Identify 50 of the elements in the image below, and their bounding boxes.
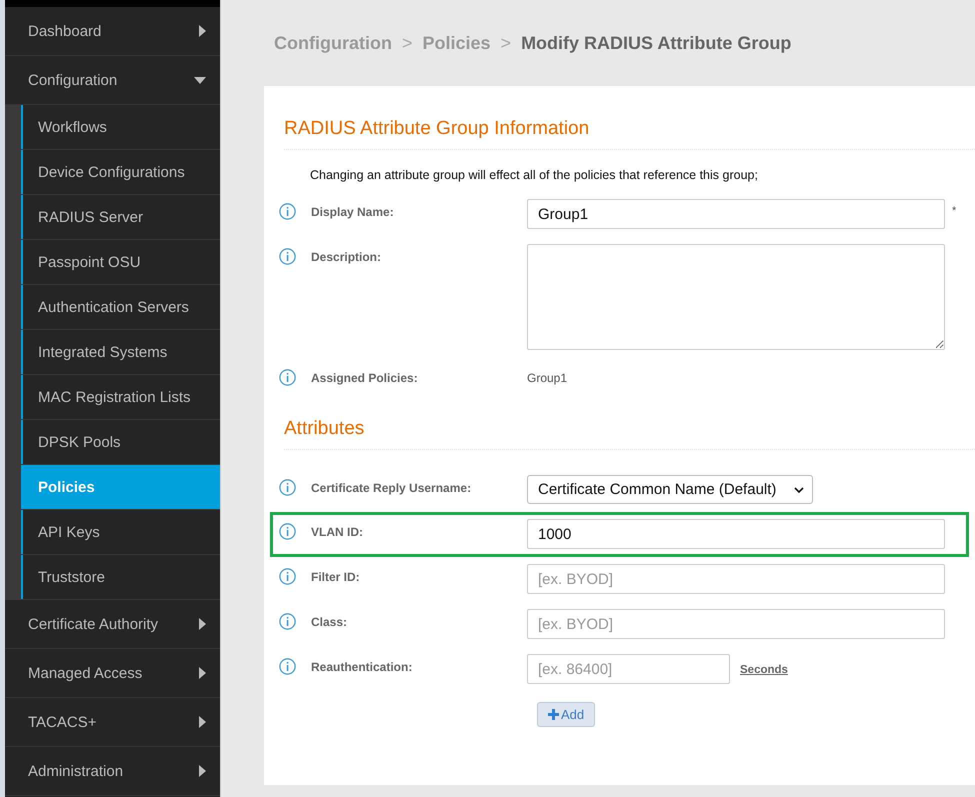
field-label: Assigned Policies: — [310, 370, 419, 385]
breadcrumb-separator: > — [500, 32, 512, 54]
breadcrumb-item: Modify RADIUS Attribute Group — [521, 32, 792, 54]
textarea-field[interactable] — [527, 244, 945, 350]
section-title: Attributes — [284, 418, 975, 450]
text-field[interactable]: [ex. 86400] — [527, 654, 730, 684]
nav-subitem[interactable]: MAC Registration Lists — [5, 375, 220, 420]
field-value: Group1 — [527, 370, 568, 385]
field-label: Filter ID: — [310, 569, 361, 584]
text-field[interactable]: Group1 — [527, 199, 945, 229]
text-field[interactable]: [ex. BYOD] — [527, 564, 945, 594]
caret-right-icon — [199, 716, 206, 728]
field-label: Description: — [310, 249, 382, 264]
nav-subitem[interactable]: API Keys — [5, 510, 220, 555]
select-dropdown[interactable]: Certificate Common Name (Default) — [527, 475, 813, 504]
section-note: Changing an attribute group will effect all of the policies that reference this group; — [309, 168, 759, 182]
caret-down-icon — [194, 76, 206, 84]
info-icon[interactable] — [279, 369, 296, 386]
info-icon[interactable] — [279, 568, 296, 585]
info-icon[interactable] — [279, 248, 296, 265]
info-icon[interactable] — [279, 203, 296, 220]
chevron-down-icon — [794, 486, 804, 492]
caret-right-icon — [199, 618, 206, 630]
field-label: Class: — [310, 614, 348, 629]
nav-subitem[interactable]: Integrated Systems — [5, 330, 220, 375]
caret-right-icon — [199, 765, 206, 777]
field-label: Certificate Reply Username: — [310, 480, 472, 495]
section-title: RADIUS Attribute Group Information — [284, 118, 975, 150]
field-label: VLAN ID: — [310, 524, 364, 539]
field-label: Display Name: — [310, 204, 395, 219]
info-icon[interactable] — [279, 613, 296, 630]
unit-link[interactable]: Seconds — [740, 664, 788, 676]
caret-right-icon — [199, 667, 206, 679]
info-icon[interactable] — [279, 523, 296, 540]
breadcrumb-separator: > — [402, 32, 412, 54]
text-field[interactable]: 1000 — [527, 519, 945, 549]
required-mark: * — [952, 205, 956, 217]
plus-icon — [548, 709, 559, 720]
nav-subitem[interactable]: RADIUS Server — [5, 195, 220, 240]
field-label: Reauthentication: — [310, 659, 414, 674]
info-icon[interactable] — [279, 658, 296, 675]
nav-subitem[interactable]: Passpoint OSU — [5, 240, 220, 285]
nav-subitem[interactable]: DPSK Pools — [5, 420, 220, 465]
nav-subitem[interactable]: Truststore — [5, 555, 220, 600]
caret-right-icon — [199, 25, 206, 37]
nav-subitem[interactable]: Device Configurations — [5, 150, 220, 195]
text-field[interactable]: [ex. BYOD] — [527, 609, 945, 639]
nav-subitem[interactable]: Workflows — [5, 105, 220, 150]
info-icon[interactable] — [279, 479, 296, 496]
nav-subitem[interactable]: Authentication Servers — [5, 285, 220, 330]
